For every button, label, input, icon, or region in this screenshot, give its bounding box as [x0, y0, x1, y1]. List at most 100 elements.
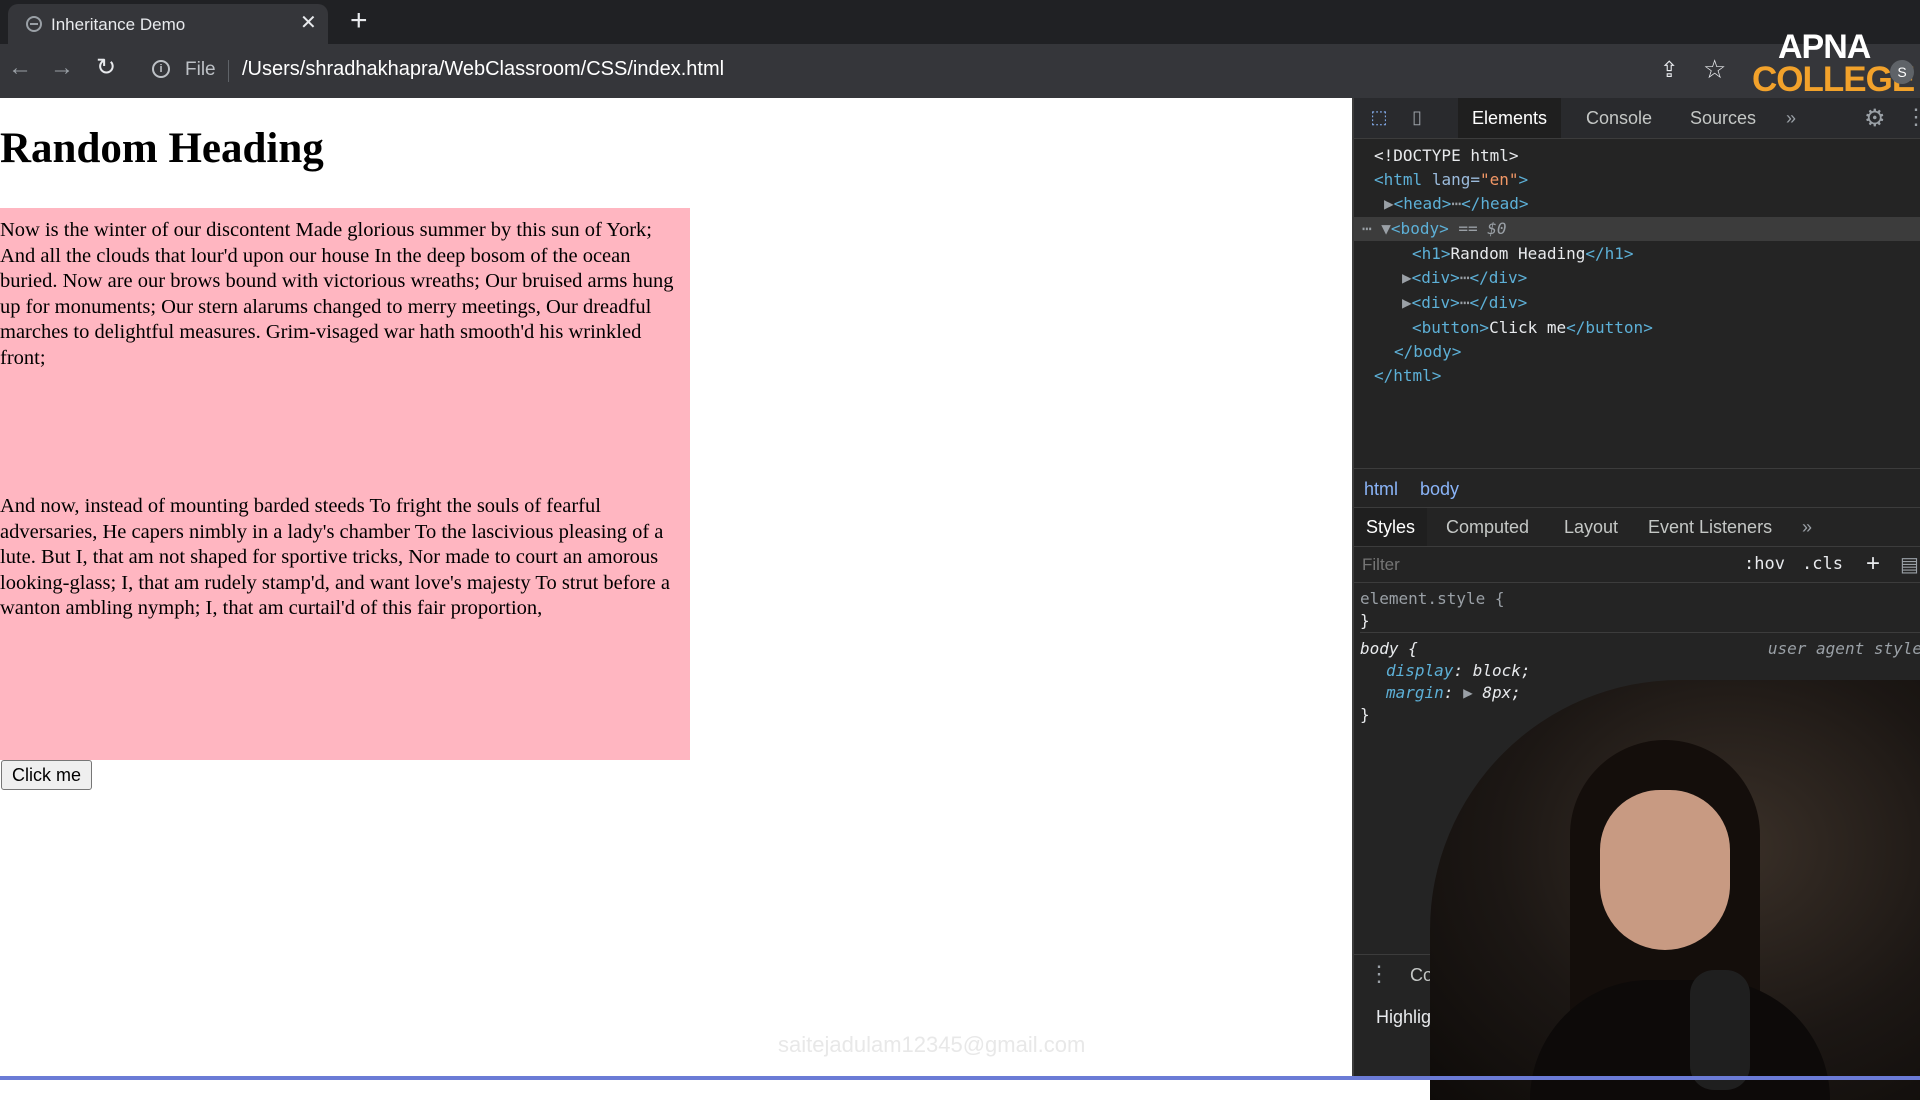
tab-sources[interactable]: Sources: [1690, 108, 1756, 129]
collapse-triangle-icon[interactable]: ▼: [1381, 219, 1391, 238]
div-close-tag: </div>: [1469, 268, 1528, 287]
dom-node-doctype[interactable]: <!DOCTYPE html>: [1374, 144, 1519, 168]
dom-node-button[interactable]: <button>Click me</button>: [1412, 316, 1653, 340]
url-divider: [228, 60, 229, 82]
new-rule-plus-icon[interactable]: +: [1866, 550, 1880, 578]
dom-node-body-selected[interactable]: ⋯ ▼<body> == $0: [1354, 217, 1920, 241]
tab-layout[interactable]: Layout: [1564, 517, 1618, 538]
page-heading: Random Heading: [0, 125, 324, 172]
dom-tree: <!DOCTYPE html> <html lang="en"> ▶<head>…: [1354, 138, 1920, 468]
video-progress-bar[interactable]: [0, 1076, 1920, 1080]
collapsed-ellipsis[interactable]: ⋯: [1451, 194, 1461, 213]
reload-icon[interactable]: ↻: [96, 54, 116, 82]
globe-icon: [26, 16, 42, 32]
div-open-tag: <div>: [1411, 268, 1460, 287]
inspect-element-icon[interactable]: ⬚: [1368, 106, 1390, 128]
tab-console[interactable]: Console: [1586, 108, 1652, 129]
node-menu-icon[interactable]: ⋯: [1362, 219, 1372, 238]
microphone: [1690, 970, 1750, 1090]
drawer-menu-icon[interactable]: ⋮: [1368, 961, 1390, 987]
presenter-face: [1600, 790, 1730, 950]
expand-triangle-icon[interactable]: ▶: [1384, 194, 1394, 213]
info-icon[interactable]: i: [152, 60, 170, 78]
element-style-selector: element.style {: [1360, 589, 1505, 608]
property-value: 8px;: [1482, 683, 1521, 702]
paragraph-2: And now, instead of mounting barded stee…: [0, 495, 670, 619]
share-icon[interactable]: ⇪: [1660, 57, 1678, 83]
head-close-tag: </head>: [1461, 194, 1529, 213]
devtools-tab-bar: ⬚ ▯ Elements Console Sources » ⚙ ⋮: [1354, 98, 1920, 139]
styles-tab-bar: Styles Computed Layout Event Listeners »: [1354, 508, 1920, 547]
back-arrow-icon[interactable]: ←: [8, 54, 32, 82]
body-open-tag: <body>: [1390, 219, 1449, 238]
property-name: margin: [1386, 683, 1444, 702]
dom-node-div-2[interactable]: ▶<div>⋯</div>: [1402, 291, 1527, 315]
button-text: Click me: [1489, 318, 1567, 337]
property-name: display: [1386, 661, 1454, 680]
dom-node-body-close[interactable]: </body>: [1394, 340, 1461, 364]
site-info-label[interactable]: File: [185, 59, 216, 81]
hover-state-button[interactable]: :hov: [1744, 554, 1785, 574]
dom-node-div-1[interactable]: ▶<div>⋯</div>: [1402, 266, 1527, 290]
breadcrumb: html body: [1354, 468, 1920, 508]
collapsed-ellipsis[interactable]: ⋯: [1460, 268, 1470, 287]
expand-triangle-icon[interactable]: ▶: [1402, 268, 1412, 287]
close-tab-icon[interactable]: ✕: [300, 12, 317, 34]
bookmark-star-icon[interactable]: ☆: [1703, 54, 1726, 85]
property-value: block;: [1472, 661, 1531, 680]
kebab-menu-icon[interactable]: ⋮: [1905, 104, 1920, 130]
element-style-rule[interactable]: element.style { }: [1360, 588, 1920, 633]
div-open-tag: <div>: [1411, 293, 1460, 312]
dom-node-head[interactable]: ▶<head>⋯</head>: [1384, 192, 1529, 216]
paragraph-1: Now is the winter of our discontent Made…: [0, 219, 674, 369]
tab-styles[interactable]: Styles: [1354, 508, 1428, 546]
button-open-tag: <button>: [1412, 318, 1490, 337]
h1-close-tag: </h1>: [1585, 244, 1634, 263]
breadcrumb-html[interactable]: html: [1364, 479, 1398, 500]
user-agent-label: user agent style: [1767, 639, 1920, 658]
browser-tab[interactable]: Inheritance Demo ✕: [8, 4, 328, 44]
profile-avatar[interactable]: S: [1890, 60, 1914, 84]
address-bar[interactable]: /Users/shradhakhapra/WebClassroom/CSS/in…: [242, 58, 724, 81]
collapsed-ellipsis[interactable]: ⋯: [1460, 293, 1470, 312]
h1-open-tag: <h1>: [1412, 244, 1451, 263]
styles-filter-row: :hov .cls + ▤: [1354, 548, 1920, 583]
dom-node-html[interactable]: <html lang="en">: [1374, 168, 1528, 192]
forward-arrow-icon[interactable]: →: [50, 54, 74, 82]
device-toolbar-icon[interactable]: ▯: [1406, 106, 1428, 128]
tab-elements[interactable]: Elements: [1458, 98, 1562, 138]
html-lang-attr: lang: [1431, 170, 1471, 189]
tab-strip: Inheritance Demo ✕ +: [0, 0, 1920, 44]
breadcrumb-body[interactable]: body: [1420, 479, 1459, 500]
button-close-tag: </button>: [1566, 318, 1653, 337]
watermark-email: saitejadulam12345@gmail.com: [778, 1032, 1086, 1057]
pink-content-box: Now is the winter of our discontent Made…: [0, 208, 690, 760]
more-tabs-icon[interactable]: »: [1786, 108, 1796, 129]
expand-triangle-icon[interactable]: ▶: [1402, 293, 1412, 312]
styles-filter-input[interactable]: [1360, 552, 1728, 578]
html-lang-value: "en": [1479, 170, 1519, 189]
class-toggle-button[interactable]: .cls: [1802, 554, 1843, 574]
dom-node-html-close[interactable]: </html>: [1374, 364, 1441, 388]
body-close-tag: </body>: [1394, 342, 1462, 361]
html-open-tag: <html: [1374, 170, 1423, 189]
new-tab-button[interactable]: +: [350, 6, 368, 36]
expand-triangle-icon[interactable]: ▶: [1463, 683, 1482, 702]
tab-title: Inheritance Demo: [51, 15, 186, 34]
page-viewport: Random Heading Now is the winter of our …: [0, 98, 1352, 1076]
div-close-tag: </div>: [1469, 293, 1528, 312]
browser-toolbar: ← → ↻ i File /Users/shradhakhapra/WebCla…: [0, 44, 1920, 98]
settings-gear-icon[interactable]: ⚙: [1864, 104, 1886, 133]
css-declaration-display[interactable]: display: block;: [1360, 660, 1920, 682]
logo-text-bottom: COLLEGE: [1752, 60, 1915, 99]
h1-text: Random Heading: [1450, 244, 1586, 263]
html-close-tag: </html>: [1374, 366, 1442, 385]
click-me-button[interactable]: Click me: [1, 760, 93, 790]
computed-styles-sidebar-icon[interactable]: ▤: [1900, 552, 1919, 577]
tab-event-listeners[interactable]: Event Listeners: [1648, 517, 1772, 538]
more-tabs-icon[interactable]: »: [1802, 517, 1812, 538]
tab-computed[interactable]: Computed: [1446, 517, 1529, 538]
rule-close-brace: }: [1360, 611, 1370, 630]
doctype-text: <!DOCTYPE html>: [1374, 146, 1519, 165]
dom-node-h1[interactable]: <h1>Random Heading</h1>: [1412, 242, 1634, 266]
